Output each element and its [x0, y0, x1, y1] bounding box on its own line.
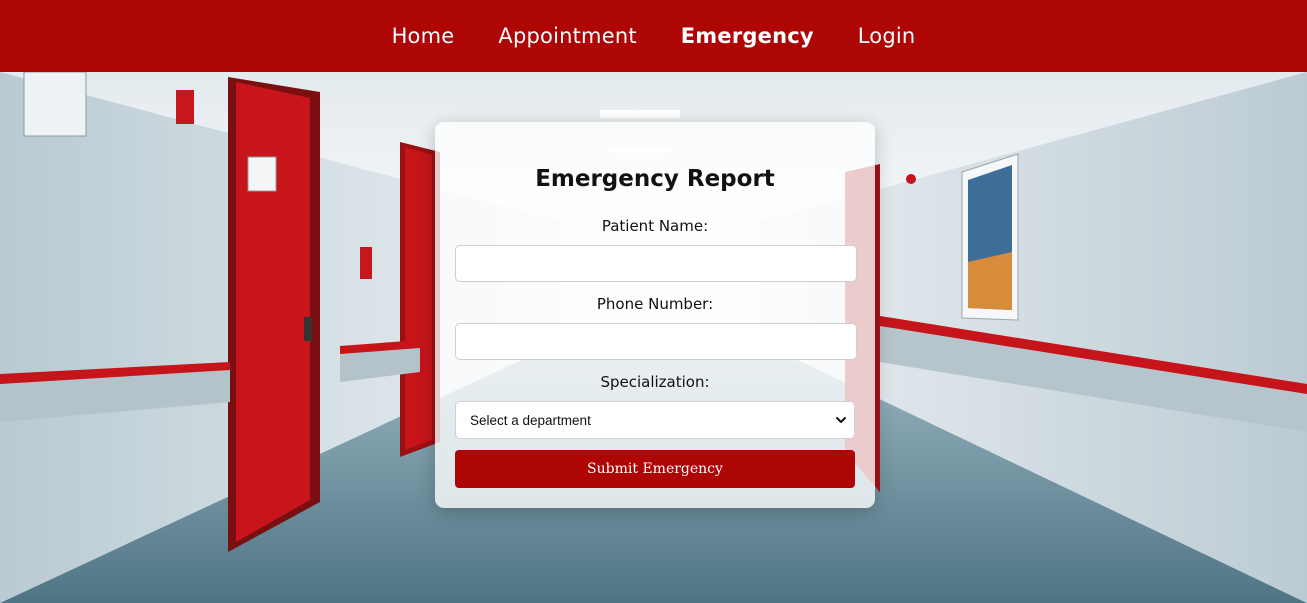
specialization-label: Specialization:: [600, 373, 710, 391]
submit-emergency-button[interactable]: Submit Emergency: [455, 450, 855, 488]
top-navbar: Home Appointment Emergency Login: [0, 0, 1307, 72]
specialization-selected-value: Select a department: [470, 412, 591, 428]
phone-number-input[interactable]: [455, 323, 857, 360]
chevron-down-icon: [836, 417, 846, 423]
form-title: Emergency Report: [535, 166, 775, 192]
phone-number-label: Phone Number:: [596, 295, 714, 313]
nav-emergency-link[interactable]: Emergency: [681, 24, 814, 48]
emergency-report-card: Emergency Report Patient Name: Phone Num…: [435, 122, 875, 508]
nav-appointment-link[interactable]: Appointment: [498, 24, 636, 48]
nav-login-link[interactable]: Login: [858, 24, 916, 48]
nav-home-link[interactable]: Home: [392, 24, 455, 48]
patient-name-label: Patient Name:: [601, 217, 709, 235]
specialization-select[interactable]: Select a department: [455, 401, 855, 439]
patient-name-input[interactable]: [455, 245, 857, 282]
